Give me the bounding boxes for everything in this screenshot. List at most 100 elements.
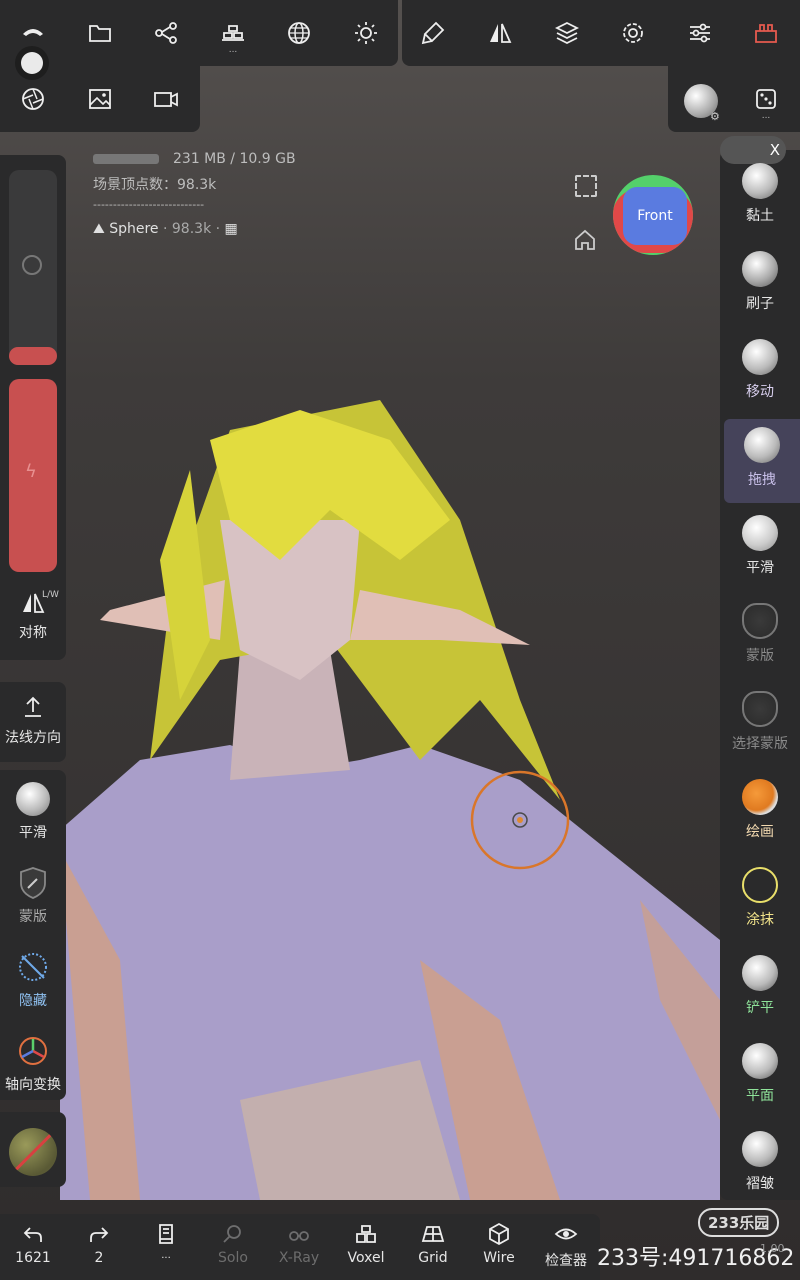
grid-plane-icon [421,1226,445,1242]
home-icon[interactable] [573,228,597,256]
corner-scale: 1.00 [760,1242,785,1255]
radius-fill [9,347,57,365]
wireframe-icon [489,1222,509,1246]
folder-icon[interactable] [72,5,128,61]
checker-icon: ▦ [224,221,238,237]
memory-text: 231 MB / 10.9 GB [173,151,296,167]
redo-icon [90,1227,109,1242]
lightning-icon: ϟ [25,461,37,482]
solo-button[interactable]: Solo [200,1222,266,1266]
fullscreen-icon[interactable] [575,175,597,197]
right-tool-crease-icon [742,1131,778,1167]
left-tool-hide[interactable]: 隐藏 [0,950,66,1010]
gizmo-axis-icon [19,1037,47,1065]
right-tool-flatten[interactable]: 铲平 [724,947,796,1031]
right-tool-clay-icon [742,163,778,199]
right-tool-smudge-label: 涂抹 [746,912,774,928]
xray-button[interactable]: X-Ray [266,1222,332,1266]
settings-icon[interactable] [605,5,661,61]
aperture-icon[interactable] [5,71,61,127]
object-row[interactable]: ⛰ Sphere · 98.3k · ▦ [93,221,238,237]
right-tool-smooth[interactable]: 平滑 [724,507,796,591]
history-more: ... [161,1250,171,1261]
inspector-label: 检查器 [545,1253,587,1269]
layers-icon[interactable] [539,5,595,61]
undo-button[interactable]: 1621 [0,1222,66,1266]
undo-icon [23,1227,42,1242]
left-tool-transform[interactable]: 轴向变换 [0,1034,66,1094]
matcap-ball[interactable] [9,1128,57,1176]
upload-arrow-icon [25,696,41,717]
right-tool-brush-icon [742,251,778,287]
right-tool-select-mask-icon [742,691,778,727]
right-tool-paint[interactable]: 绘画 [724,771,796,855]
grid-button[interactable]: Grid [400,1222,466,1266]
book-icon [159,1224,173,1244]
left-tool-mask-label: 蒙版 [19,909,47,925]
right-tool-plane-icon [742,1043,778,1079]
right-tool-smooth-label: 平滑 [746,560,774,576]
light-icon[interactable] [338,5,394,61]
share-graph-icon[interactable] [138,5,194,61]
intensity-slider[interactable]: ϟ [9,379,57,572]
right-tool-plane-label: 平面 [746,1088,774,1104]
normal-direction-label: 法线方向 [5,730,61,746]
gizmo-front-label: Front [637,208,673,224]
video-icon[interactable] [138,71,194,127]
scene-icon[interactable]: ... [205,5,261,61]
material-gear-icon: ⚙ [710,110,720,123]
right-tool-mask-label: 蒙版 [746,648,774,664]
left-tool-hide-label: 隐藏 [19,993,47,1009]
right-tool-smooth-icon [742,515,778,551]
scene-more: ... [228,45,238,55]
voxel-button[interactable]: Voxel [333,1222,399,1266]
vertex-count: 场景顶点数：98.3k [93,177,217,193]
gizmo-front-face: Front [623,187,687,245]
right-tool-crease[interactable]: 褶皱 [724,1123,796,1207]
solo-label: Solo [218,1250,248,1266]
wire-button[interactable]: Wire [466,1222,532,1266]
voxel-cubes-icon [356,1225,376,1243]
right-tool-drag-label: 拖拽 [748,472,776,488]
redo-button[interactable]: 2 [66,1222,132,1266]
dice-more: ... [761,111,771,121]
right-tool-flatten-icon [742,955,778,991]
history-button[interactable]: ... [133,1222,199,1261]
left-tool-mask[interactable]: 蒙版 [0,866,66,926]
inspector-button[interactable]: 检查器 [533,1222,599,1270]
voxel-label: Voxel [347,1250,385,1266]
toolbox-icon[interactable] [738,5,794,61]
brush-pen-icon[interactable] [405,5,461,61]
sliders-icon[interactable] [672,5,728,61]
right-tool-brush-label: 刷子 [746,296,774,312]
right-tool-smudge-icon [742,867,778,903]
view-gizmo[interactable]: Front [613,175,693,255]
radius-slider[interactable] [9,170,57,365]
stats-separator: ---------------------------- [93,198,205,211]
right-tool-smudge[interactable]: 涂抹 [724,859,796,943]
symmetry-toggle[interactable]: L/W 对称 [0,590,66,642]
matcap-disabled-slash [9,1128,57,1176]
image-icon[interactable] [72,71,128,127]
symmetry-badge: L/W [42,590,59,600]
memory-bar [93,154,159,164]
right-tool-clay-label: 黏土 [746,208,774,224]
right-tool-clay[interactable]: 黏土 [724,155,796,239]
inspector-eye-icon [554,1228,578,1240]
right-tool-select-mask[interactable]: 选择蒙版 [724,683,796,767]
right-tool-move-icon [742,339,778,375]
right-tool-move[interactable]: 移动 [724,331,796,415]
normal-direction-toggle[interactable]: 法线方向 [0,695,66,747]
dice-icon[interactable]: ... [738,71,794,127]
grid-label: Grid [418,1250,448,1266]
right-tool-paint-label: 绘画 [746,824,774,840]
left-tool-smooth[interactable]: 平滑 [0,782,66,842]
mask-shield-icon [20,867,46,899]
object-name: Sphere [109,221,159,237]
right-tool-drag[interactable]: 拖拽 [724,419,800,503]
symmetry-icon[interactable] [472,5,528,61]
wireframe-sphere-icon[interactable] [271,5,327,61]
right-tool-plane[interactable]: 平面 [724,1035,796,1119]
right-tool-mask[interactable]: 蒙版 [724,595,796,679]
right-tool-brush[interactable]: 刷子 [724,243,796,327]
